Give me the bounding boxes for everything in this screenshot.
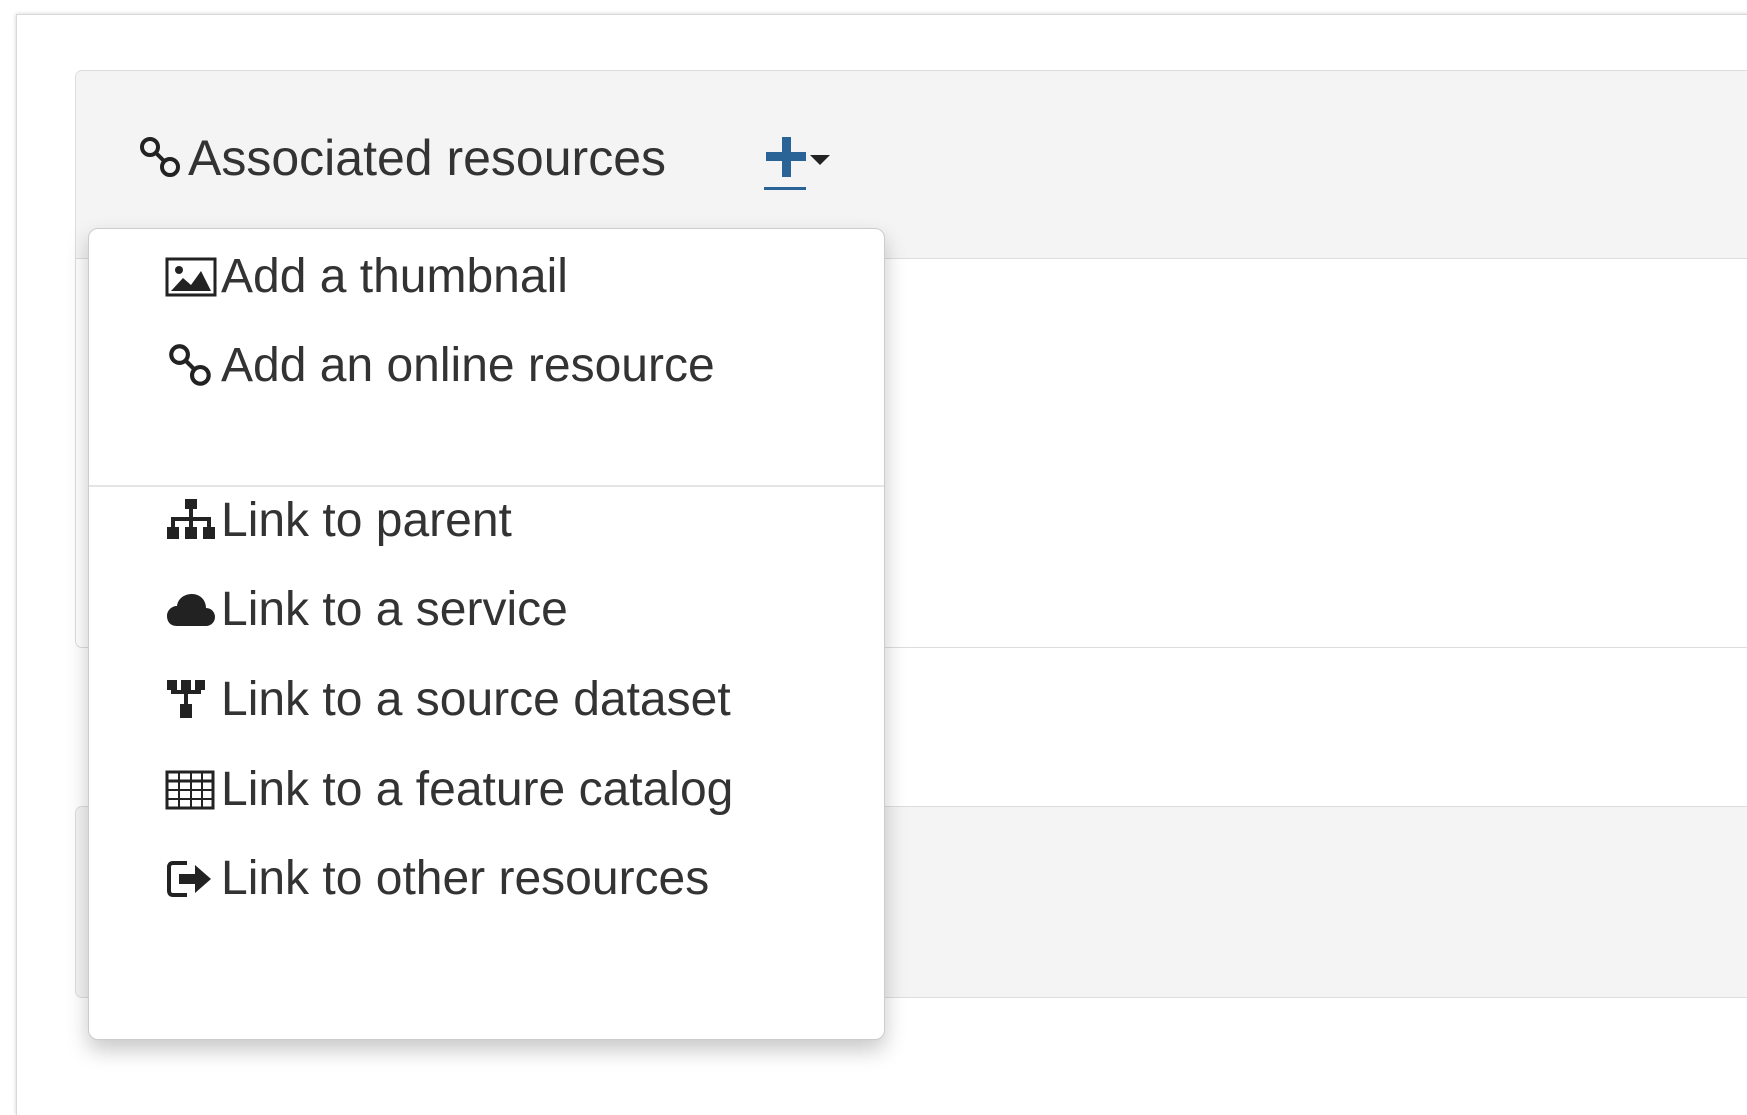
menu-item-add-online-resource[interactable]: Add an online resource <box>165 340 715 392</box>
menu-item-label: Link to a service <box>221 583 568 636</box>
sign-out-icon <box>167 861 211 897</box>
cloud-icon <box>167 594 215 626</box>
menu-item-link-to-feature-catalog[interactable]: Link to a feature catalog <box>165 764 733 816</box>
menu-item-label: Link to other resources <box>221 852 710 905</box>
menu-item-label: Add a thumbnail <box>221 250 568 303</box>
menu-item-label: Link to a source dataset <box>221 673 731 726</box>
menu-item-label: Link to parent <box>221 494 512 547</box>
source-dataset-icon <box>167 680 205 718</box>
caret-down-icon <box>810 155 830 165</box>
panel-title: Associated resources <box>136 133 666 183</box>
plus-icon <box>766 137 806 177</box>
menu-item-link-to-other-resources[interactable]: Link to other resources <box>165 853 709 905</box>
picture-icon <box>165 257 217 297</box>
menu-divider <box>89 485 884 487</box>
add-resource-dropdown-menu: Add a thumbnail Add an online resource L… <box>88 228 885 1040</box>
link-icon <box>140 137 180 177</box>
link-icon <box>169 344 211 386</box>
menu-item-link-to-service[interactable]: Link to a service <box>165 584 568 636</box>
sitemap-icon <box>167 499 215 539</box>
add-resource-dropdown-toggle[interactable] <box>764 135 830 190</box>
menu-item-add-thumbnail[interactable]: Add a thumbnail <box>165 251 568 303</box>
panel-title-text: Associated resources <box>188 130 667 186</box>
menu-item-label: Link to a feature catalog <box>221 763 734 816</box>
table-icon <box>165 770 215 810</box>
menu-item-link-to-parent[interactable]: Link to parent <box>165 495 512 547</box>
menu-item-link-to-source-dataset[interactable]: Link to a source dataset <box>165 674 731 726</box>
menu-item-label: Add an online resource <box>221 339 715 392</box>
toggle-underline <box>764 187 806 190</box>
